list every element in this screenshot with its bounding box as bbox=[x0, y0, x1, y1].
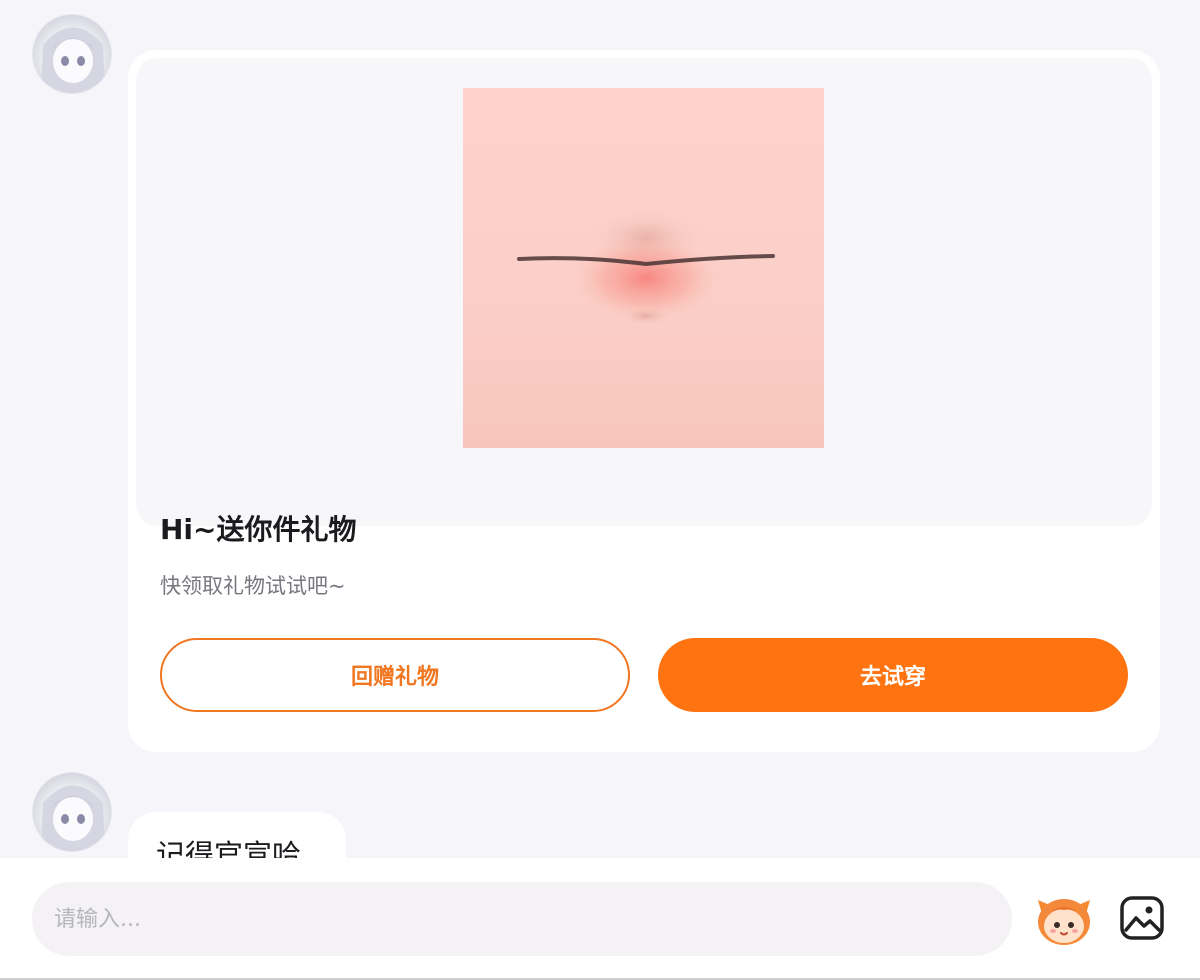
sender-avatar[interactable] bbox=[32, 14, 112, 94]
sender-avatar[interactable] bbox=[32, 772, 112, 852]
mascot-sticker-icon[interactable] bbox=[1034, 892, 1094, 948]
try-on-button[interactable]: 去试穿 bbox=[658, 638, 1128, 712]
gift-title: Hi~送你件礼物 bbox=[160, 513, 357, 546]
return-gift-button[interactable]: 回赠礼物 bbox=[160, 638, 630, 712]
lips-makeup-image[interactable] bbox=[463, 88, 824, 448]
message-input[interactable] bbox=[32, 882, 1012, 956]
gift-message-card: Hi~送你件礼物 快领取礼物试试吧~ 回赠礼物 去试穿 bbox=[128, 50, 1160, 752]
message-composer bbox=[0, 858, 1200, 980]
image-picker-icon[interactable] bbox=[1118, 894, 1166, 942]
gift-preview-area bbox=[136, 58, 1152, 526]
gift-subtitle: 快领取礼物试试吧~ bbox=[160, 574, 346, 598]
